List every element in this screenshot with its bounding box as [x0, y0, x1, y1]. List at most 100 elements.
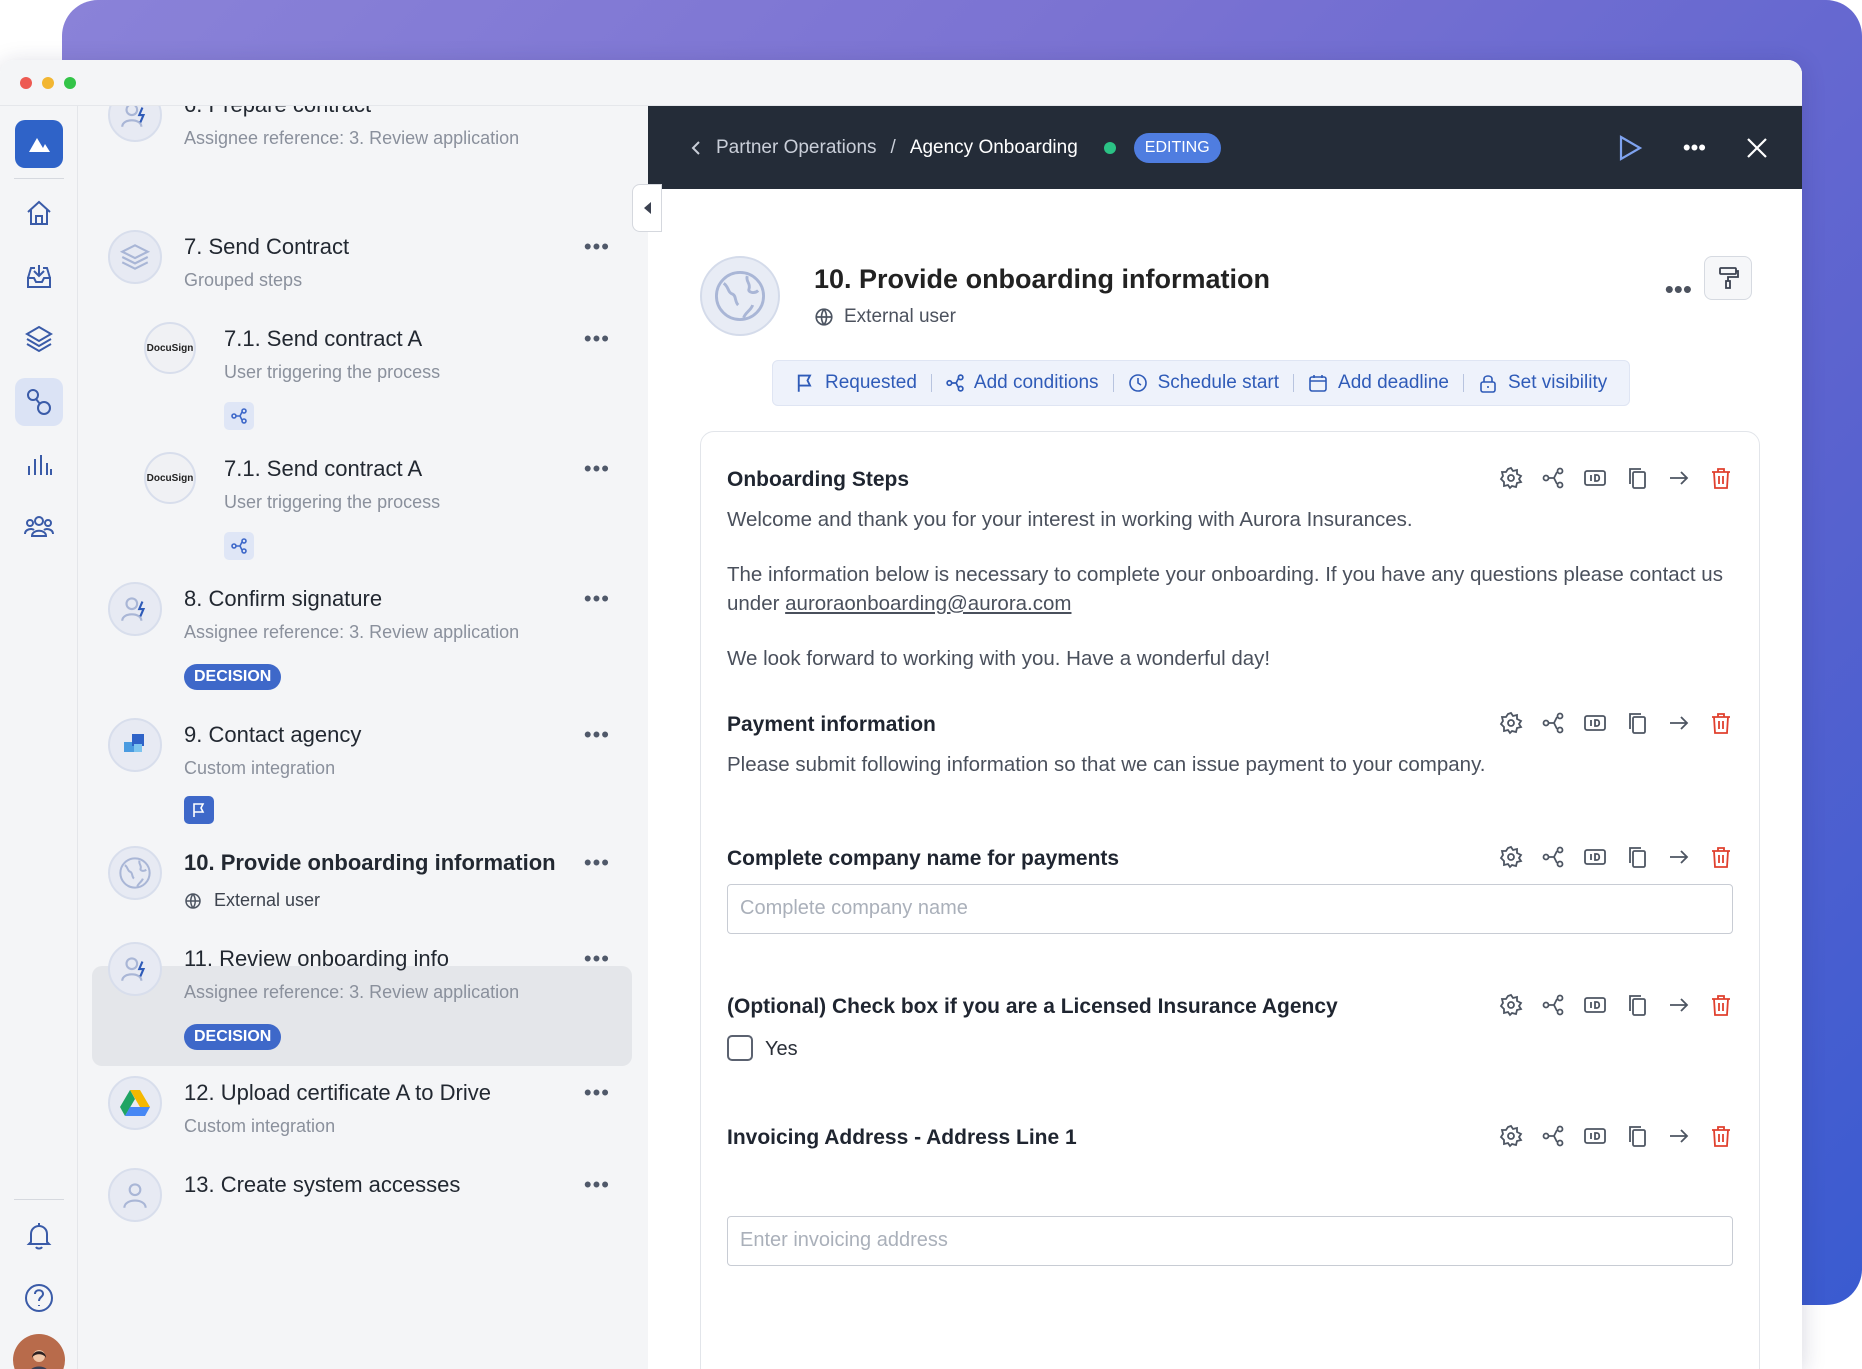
step-title: 9. Contact agency: [184, 722, 362, 747]
chevron-left-icon[interactable]: [690, 140, 702, 156]
trash-icon[interactable]: [1709, 711, 1733, 735]
more-icon[interactable]: •••: [584, 722, 610, 748]
id-icon[interactable]: [1583, 466, 1607, 490]
user-bolt-icon: [108, 106, 162, 142]
close-icon[interactable]: [1746, 137, 1768, 159]
bell-icon[interactable]: [15, 1212, 63, 1260]
add-conditions-button[interactable]: Add conditions: [932, 372, 1113, 394]
step-title: 7.1. Send contract A: [224, 456, 423, 481]
branch-icon[interactable]: [1541, 993, 1565, 1017]
copy-icon[interactable]: [1625, 1124, 1649, 1148]
agency-checkbox[interactable]: [727, 1035, 753, 1061]
step-detail-panel: Partner Operations / Agency Onboarding E…: [648, 106, 1802, 1369]
step-header: 10. Provide onboarding information Exter…: [700, 256, 1270, 336]
app-logo-icon[interactable]: [15, 120, 63, 168]
arrow-right-icon[interactable]: [1667, 466, 1691, 490]
more-icon[interactable]: •••: [584, 586, 610, 612]
step-title: 8. Confirm signature: [184, 586, 383, 611]
copy-icon[interactable]: [1625, 845, 1649, 869]
copy-icon[interactable]: [1625, 711, 1649, 735]
gear-icon[interactable]: [1499, 993, 1523, 1017]
trash-icon[interactable]: [1709, 993, 1733, 1017]
field-actions: [1499, 993, 1733, 1017]
more-icon[interactable]: •••: [584, 850, 610, 876]
id-icon[interactable]: [1583, 711, 1607, 735]
editor-topbar: Partner Operations / Agency Onboarding E…: [648, 106, 1802, 189]
more-icon[interactable]: •••: [584, 1080, 610, 1106]
gear-icon[interactable]: [1499, 845, 1523, 869]
gear-icon[interactable]: [1499, 711, 1523, 735]
workflows-icon[interactable]: [15, 378, 63, 426]
minimize-window-dot[interactable]: [42, 76, 54, 89]
id-icon[interactable]: [1583, 845, 1607, 869]
add-deadline-button[interactable]: Add deadline: [1294, 372, 1463, 394]
copy-icon[interactable]: [1625, 466, 1649, 490]
globe-icon: [700, 256, 780, 336]
requested-button[interactable]: Requested: [781, 372, 931, 394]
step-title: 10. Provide onboarding information: [814, 264, 1271, 294]
gear-icon[interactable]: [1499, 1124, 1523, 1148]
set-visibility-button[interactable]: Set visibility: [1464, 372, 1621, 394]
more-icon[interactable]: •••: [584, 456, 610, 482]
more-icon[interactable]: •••: [584, 946, 610, 972]
email-link[interactable]: auroraonboarding@aurora.com: [785, 592, 1071, 615]
collapse-panel-button[interactable]: [632, 184, 662, 232]
inbox-icon[interactable]: [15, 252, 63, 300]
more-icon[interactable]: •••: [584, 234, 610, 260]
user-bolt-icon: [108, 582, 162, 636]
field-actions: [1499, 1124, 1733, 1148]
layers-icon[interactable]: [15, 314, 63, 362]
breadcrumb: Partner Operations / Agency Onboarding: [690, 137, 1078, 159]
invoicing-address-input[interactable]: Enter invoicing address: [727, 1216, 1733, 1266]
trash-icon[interactable]: [1709, 1124, 1733, 1148]
play-icon[interactable]: [1617, 134, 1643, 162]
step-subtitle: Assignee reference: 3. Review applicatio…: [184, 982, 520, 1002]
step-subtitle: External user: [214, 890, 321, 910]
zoom-window-dot[interactable]: [64, 76, 76, 89]
field-label: Complete company name for payments: [727, 847, 1120, 870]
users-icon: [108, 1168, 162, 1222]
decision-badge: DECISION: [184, 664, 282, 690]
stack-icon: [108, 230, 162, 284]
analytics-icon[interactable]: [15, 440, 63, 488]
step-subtitle: Assignee reference: 3. Review applicatio…: [184, 622, 520, 642]
arrow-right-icon[interactable]: [1667, 845, 1691, 869]
step-title: 10. Provide onboarding information: [184, 850, 556, 875]
branch-icon: [224, 532, 254, 560]
gear-icon[interactable]: [1499, 466, 1523, 490]
team-icon[interactable]: [15, 502, 63, 550]
step-title: 11. Review onboarding info: [184, 946, 449, 971]
paint-roller-button[interactable]: [1704, 256, 1752, 300]
id-icon[interactable]: [1583, 1124, 1607, 1148]
trash-icon[interactable]: [1709, 845, 1733, 869]
more-icon[interactable]: •••: [1665, 274, 1692, 305]
branch-icon[interactable]: [1541, 466, 1565, 490]
branch-icon[interactable]: [1541, 711, 1565, 735]
user-avatar[interactable]: [13, 1334, 65, 1369]
arrow-right-icon[interactable]: [1667, 711, 1691, 735]
branch-icon[interactable]: [1541, 1124, 1565, 1148]
nav-rail: [0, 106, 78, 1369]
section-title: Payment information: [727, 713, 936, 736]
more-icon[interactable]: •••: [584, 326, 610, 352]
arrow-right-icon[interactable]: [1667, 993, 1691, 1017]
more-icon[interactable]: •••: [1683, 135, 1706, 161]
close-window-dot[interactable]: [20, 76, 32, 89]
branch-icon[interactable]: [1541, 845, 1565, 869]
schedule-start-button[interactable]: Schedule start: [1114, 372, 1293, 394]
more-icon[interactable]: •••: [584, 1172, 610, 1198]
trash-icon[interactable]: [1709, 466, 1733, 490]
step-subtitle: Custom integration: [184, 758, 336, 778]
checkbox-label: Yes: [765, 1038, 798, 1060]
home-icon[interactable]: [15, 189, 63, 237]
id-icon[interactable]: [1583, 993, 1607, 1017]
decision-badge: DECISION: [184, 1024, 282, 1050]
arrow-right-icon[interactable]: [1667, 1124, 1691, 1148]
help-icon[interactable]: [15, 1274, 63, 1322]
company-name-input[interactable]: Complete company name: [727, 884, 1733, 934]
copy-icon[interactable]: [1625, 993, 1649, 1017]
step-subtitle: Assignee reference: 3. Review applicatio…: [184, 128, 520, 148]
step-title: 12. Upload certificate A to Drive: [184, 1080, 491, 1105]
step-title: 13. Create system accesses: [184, 1172, 461, 1197]
breadcrumb-parent[interactable]: Partner Operations: [716, 137, 877, 159]
